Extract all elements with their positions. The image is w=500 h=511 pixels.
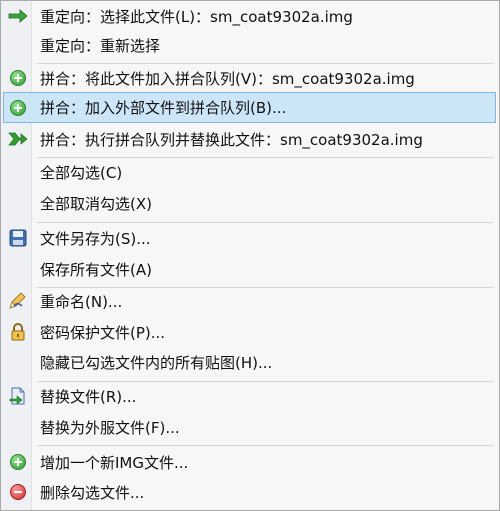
menu-item-label: 隐藏已勾选文件内的所有贴图(H)... [40, 353, 273, 372]
menu-item-label: 全部勾选(C) [40, 163, 123, 182]
menu-item-label: 拼合：执行拼合队列并替换此文件：sm_coat9302a.img [40, 130, 423, 149]
menu-item-redirect-select-this-file[interactable]: 重定向：选择此文件(L)：sm_coat9302a.img [3, 1, 496, 31]
menu-item-label: 增加一个新IMG文件... [40, 453, 189, 472]
menu-item-deselect-all[interactable]: 全部取消勾选(X) [3, 188, 496, 218]
green-merge-arrow-icon [8, 129, 28, 149]
menu-item-replace-file[interactable]: 替换文件(R)... [3, 381, 496, 411]
menu-item-replace-with-costume[interactable]: 替换为外服文件(F)... [3, 412, 496, 442]
padlock-icon [8, 322, 28, 342]
menu-item-label: 替换为外服文件(F)... [40, 418, 180, 437]
replace-file-icon [8, 386, 28, 406]
menu-item-label: 拼合：将此文件加入拼合队列(V)：sm_coat9302a.img [40, 69, 415, 88]
menu-item-save-all-files[interactable]: 保存所有文件(A) [3, 254, 496, 284]
green-arrow-right-icon [8, 6, 28, 26]
menu-item-label: 拼合：加入外部文件到拼合队列(B)... [40, 99, 287, 117]
menu-item-merge-add-external-files[interactable]: 拼合：加入外部文件到拼合队列(B)... [3, 92, 496, 123]
menu-item-label: 保存所有文件(A) [40, 260, 152, 279]
floppy-disk-icon [8, 228, 28, 248]
menu-item-label: 重定向：重新选择 [40, 36, 161, 55]
menu-item-label: 文件另存为(S)... [40, 229, 151, 248]
menu-item-label: 密码保护文件(P)... [40, 323, 166, 342]
red-minus-circle-icon [8, 482, 28, 502]
menu-item-add-new-img[interactable]: 增加一个新IMG文件... [3, 447, 496, 477]
menu-item-password-protect[interactable]: 密码保护文件(P)... [3, 317, 496, 347]
menu-separator [37, 445, 493, 446]
menu-item-hide-textures[interactable]: 隐藏已勾选文件内的所有贴图(H)... [3, 347, 496, 377]
menu-item-select-all[interactable]: 全部勾选(C) [3, 157, 496, 187]
menu-item-redirect-reselect[interactable]: 重定向：重新选择 [3, 30, 496, 60]
green-plus-circle-icon [8, 98, 28, 118]
menu-item-merge-add-this-file[interactable]: 拼合：将此文件加入拼合队列(V)：sm_coat9302a.img [3, 63, 496, 93]
green-plus-circle-icon [8, 68, 28, 88]
green-plus-circle-icon [8, 452, 28, 472]
menu-item-label: 重命名(N)... [40, 292, 123, 311]
context-menu: 重定向：选择此文件(L)：sm_coat9302a.img 重定向：重新选择 拼… [0, 0, 500, 511]
menu-item-save-file-as[interactable]: 文件另存为(S)... [3, 223, 496, 253]
rename-pencil-icon [8, 291, 28, 311]
menu-item-merge-execute-replace[interactable]: 拼合：执行拼合队列并替换此文件：sm_coat9302a.img [3, 124, 496, 154]
menu-item-label: 删除勾选文件... [40, 483, 145, 502]
menu-item-label: 替换文件(R)... [40, 387, 137, 406]
menu-item-label: 重定向：选择此文件(L)：sm_coat9302a.img [40, 7, 353, 26]
menu-item-delete-selected[interactable]: 删除勾选文件... [3, 477, 496, 507]
menu-item-rename[interactable]: 重命名(N)... [3, 286, 496, 316]
menu-item-label: 全部取消勾选(X) [40, 194, 152, 213]
